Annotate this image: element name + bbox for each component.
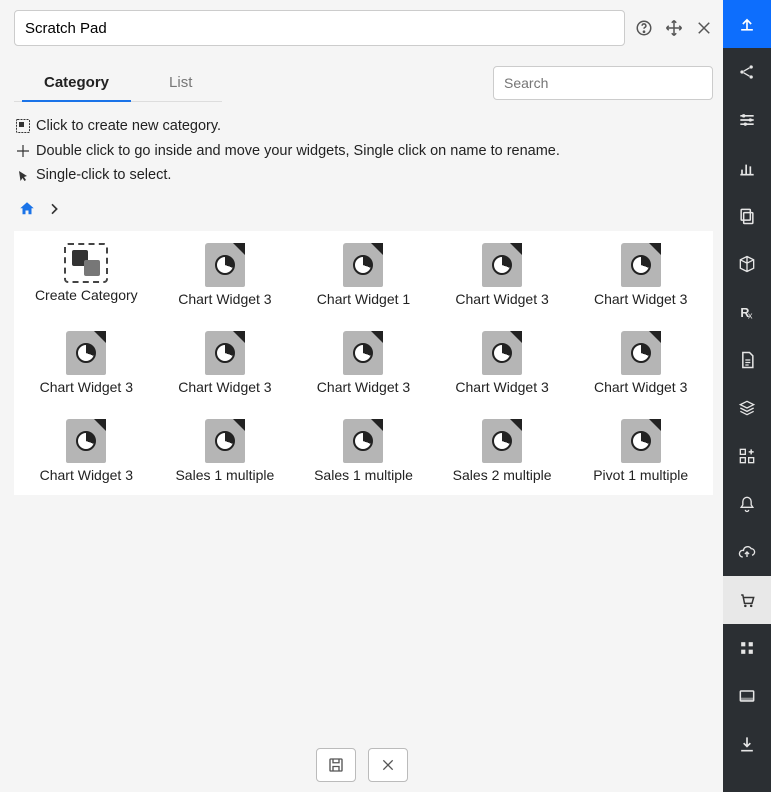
- breadcrumb: [14, 196, 713, 231]
- grid-item-label: Sales 1 multiple: [175, 467, 274, 483]
- grid-item-label: Chart Widget 3: [178, 379, 271, 395]
- panel-icon[interactable]: [723, 672, 771, 720]
- chart-file-icon: [482, 419, 522, 463]
- chart-file-icon: [205, 331, 245, 375]
- close-icon[interactable]: [695, 19, 713, 37]
- cube-icon[interactable]: [723, 240, 771, 288]
- chart-file-icon: [343, 419, 383, 463]
- widget-item[interactable]: Chart Widget 3: [436, 331, 569, 395]
- grid-item-label: Chart Widget 3: [455, 291, 548, 307]
- create-category-hint-icon: [16, 119, 30, 133]
- title-input[interactable]: [14, 10, 625, 46]
- hint-text: Click to create new category.: [36, 114, 221, 139]
- chart-file-icon: [343, 243, 383, 287]
- apps-add-icon[interactable]: [723, 432, 771, 480]
- cloud-upload-icon[interactable]: [723, 528, 771, 576]
- grid-icon[interactable]: [723, 624, 771, 672]
- widget-item[interactable]: Chart Widget 1: [297, 243, 430, 307]
- chevron-right-icon: [46, 201, 62, 222]
- chart-file-icon: [621, 243, 661, 287]
- grid-item-label: Chart Widget 3: [455, 379, 548, 395]
- widget-item[interactable]: Chart Widget 3: [436, 243, 569, 307]
- grid-item-label: Chart Widget 3: [594, 291, 687, 307]
- grid-item-label: Chart Widget 3: [40, 379, 133, 395]
- move-hint-icon: [16, 144, 30, 158]
- download-icon[interactable]: [723, 720, 771, 768]
- bell-icon[interactable]: [723, 480, 771, 528]
- search-input[interactable]: [493, 66, 713, 100]
- chart-file-icon: [482, 243, 522, 287]
- chart-file-icon: [621, 419, 661, 463]
- tab-category[interactable]: Category: [14, 64, 139, 101]
- right-sidebar: Rx: [723, 0, 771, 792]
- sliders-icon[interactable]: [723, 96, 771, 144]
- widget-item[interactable]: Sales 1 multiple: [297, 419, 430, 483]
- hints: Click to create new category. Double cli…: [14, 106, 713, 196]
- grid-item-label: Create Category: [35, 287, 138, 303]
- chart-file-icon: [66, 331, 106, 375]
- widget-item[interactable]: Sales 1 multiple: [159, 419, 292, 483]
- widget-item[interactable]: Chart Widget 3: [20, 331, 153, 395]
- chart-file-icon: [343, 331, 383, 375]
- tabs: Category List: [14, 64, 222, 102]
- chart-file-icon: [205, 419, 245, 463]
- chart-file-icon: [482, 331, 522, 375]
- widget-item[interactable]: Sales 2 multiple: [436, 419, 569, 483]
- hint-text: Double click to go inside and move your …: [36, 139, 560, 164]
- create-category-icon: [64, 243, 108, 283]
- hint-text: Single-click to select.: [36, 163, 171, 188]
- move-icon[interactable]: [665, 19, 683, 37]
- select-hint-icon: [16, 169, 30, 183]
- widget-item[interactable]: Chart Widget 3: [20, 419, 153, 483]
- grid-item-label: Chart Widget 3: [178, 291, 271, 307]
- help-icon[interactable]: [635, 19, 653, 37]
- share-icon[interactable]: [723, 48, 771, 96]
- rx-icon[interactable]: Rx: [723, 288, 771, 336]
- grid-item-label: Chart Widget 3: [317, 379, 410, 395]
- document-icon[interactable]: [723, 336, 771, 384]
- create-category-item[interactable]: Create Category: [20, 243, 153, 307]
- grid-item-label: Sales 1 multiple: [314, 467, 413, 483]
- copy-icon[interactable]: [723, 192, 771, 240]
- chart-file-icon: [205, 243, 245, 287]
- layers-icon[interactable]: [723, 384, 771, 432]
- upload-icon[interactable]: [723, 0, 771, 48]
- widget-grid: Create Category Chart Widget 3 Chart Widge…: [14, 231, 713, 495]
- widget-item[interactable]: Chart Widget 3: [574, 331, 707, 395]
- svg-text:x: x: [748, 311, 753, 321]
- home-icon[interactable]: [18, 200, 36, 223]
- grid-item-label: Chart Widget 3: [594, 379, 687, 395]
- widget-item[interactable]: Chart Widget 3: [297, 331, 430, 395]
- bar-chart-icon[interactable]: [723, 144, 771, 192]
- cart-icon[interactable]: [723, 576, 771, 624]
- grid-item-label: Chart Widget 3: [40, 467, 133, 483]
- widget-item[interactable]: Chart Widget 3: [159, 331, 292, 395]
- widget-item[interactable]: Chart Widget 3: [159, 243, 292, 307]
- grid-item-label: Chart Widget 1: [317, 291, 410, 307]
- chart-file-icon: [66, 419, 106, 463]
- grid-item-label: Pivot 1 multiple: [593, 467, 688, 483]
- widget-item[interactable]: Pivot 1 multiple: [574, 419, 707, 483]
- widget-item[interactable]: Chart Widget 3: [574, 243, 707, 307]
- save-button[interactable]: [316, 748, 356, 782]
- chart-file-icon: [621, 331, 661, 375]
- grid-item-label: Sales 2 multiple: [453, 467, 552, 483]
- tab-list[interactable]: List: [139, 64, 222, 101]
- cancel-button[interactable]: [368, 748, 408, 782]
